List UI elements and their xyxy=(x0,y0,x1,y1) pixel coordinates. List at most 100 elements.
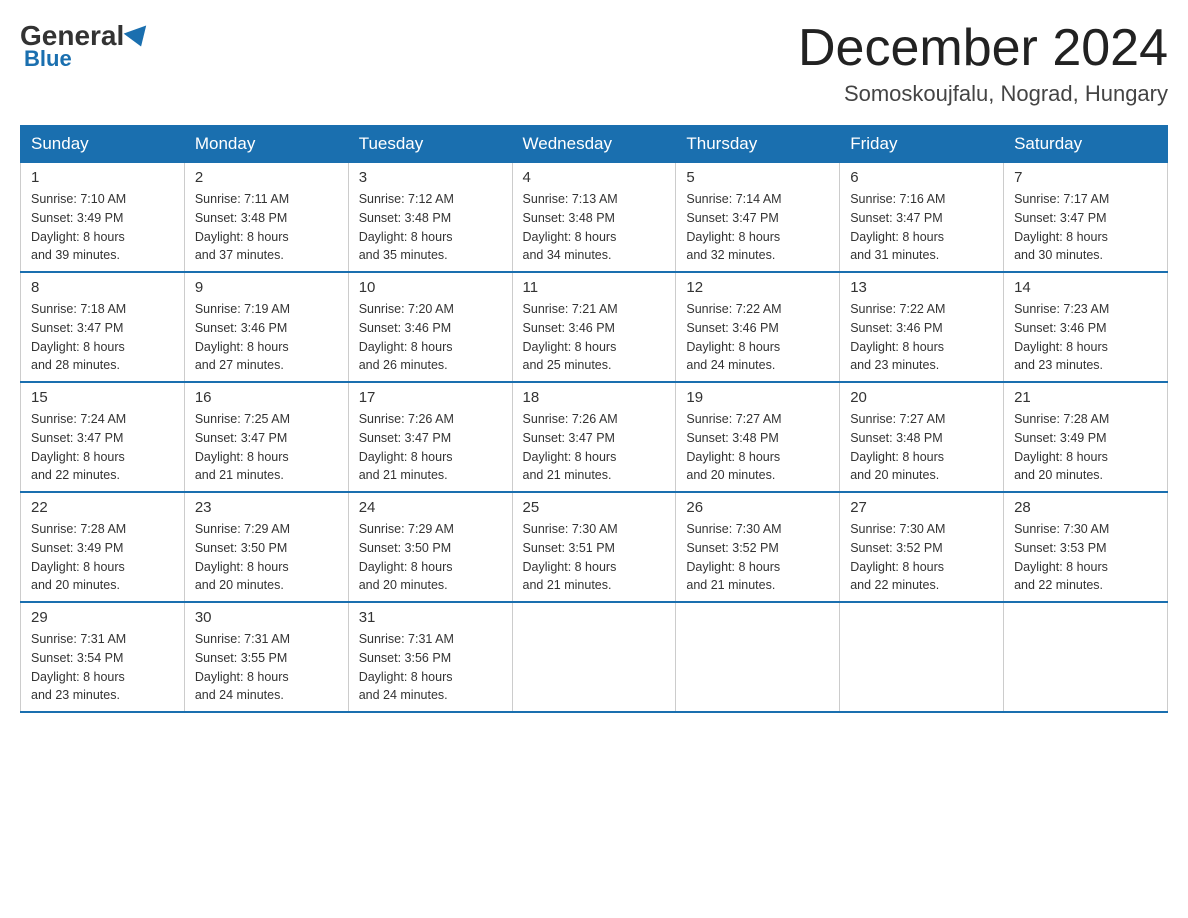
calendar-table: SundayMondayTuesdayWednesdayThursdayFrid… xyxy=(20,125,1168,713)
calendar-day-cell: 18Sunrise: 7:26 AMSunset: 3:47 PMDayligh… xyxy=(512,382,676,492)
day-of-week-header: Friday xyxy=(840,126,1004,163)
day-number: 31 xyxy=(359,609,502,626)
day-number: 14 xyxy=(1014,279,1157,296)
calendar-day-cell: 13 Sunrise: 7:22 AMSunset: 3:46 PMDayligh… xyxy=(840,272,1004,382)
day-info: Sunrise: 7:30 AMSunset: 3:52 PMDaylight:… xyxy=(850,520,993,595)
day-info: Sunrise: 7:30 AMSunset: 3:52 PMDaylight:… xyxy=(686,520,829,595)
day-info: Sunrise: 7:28 AMSunset: 3:49 PMDaylight:… xyxy=(31,520,174,595)
day-number: 23 xyxy=(195,499,338,516)
calendar-day-cell: 16 Sunrise: 7:25 AMSunset: 3:47 PMDayligh… xyxy=(184,382,348,492)
calendar-day-cell: 20Sunrise: 7:27 AMSunset: 3:48 PMDayligh… xyxy=(840,382,1004,492)
calendar-day-cell: 9 Sunrise: 7:19 AMSunset: 3:46 PMDaylight… xyxy=(184,272,348,382)
month-title: December 2024 xyxy=(798,20,1168,77)
day-number: 12 xyxy=(686,279,829,296)
calendar-day-cell: 30Sunrise: 7:31 AMSunset: 3:55 PMDayligh… xyxy=(184,602,348,712)
calendar-day-cell: 11 Sunrise: 7:21 AMSunset: 3:46 PMDayligh… xyxy=(512,272,676,382)
day-number: 8 xyxy=(31,279,174,296)
day-info: Sunrise: 7:25 AMSunset: 3:47 PMDaylight:… xyxy=(195,410,338,485)
calendar-day-cell: 26Sunrise: 7:30 AMSunset: 3:52 PMDayligh… xyxy=(676,492,840,602)
calendar-day-cell: 3Sunrise: 7:12 AMSunset: 3:48 PMDaylight… xyxy=(348,163,512,273)
day-info: Sunrise: 7:14 AMSunset: 3:47 PMDaylight:… xyxy=(686,190,829,265)
day-number: 10 xyxy=(359,279,502,296)
calendar-day-cell xyxy=(1004,602,1168,712)
day-number: 28 xyxy=(1014,499,1157,516)
day-number: 5 xyxy=(686,169,829,186)
calendar-week-row: 1Sunrise: 7:10 AMSunset: 3:49 PMDaylight… xyxy=(21,163,1168,273)
day-info: Sunrise: 7:16 AMSunset: 3:47 PMDaylight:… xyxy=(850,190,993,265)
day-info: Sunrise: 7:21 AMSunset: 3:46 PMDaylight:… xyxy=(523,300,666,375)
calendar-day-cell: 27 Sunrise: 7:30 AMSunset: 3:52 PMDayligh… xyxy=(840,492,1004,602)
day-info: Sunrise: 7:24 AMSunset: 3:47 PMDaylight:… xyxy=(31,410,174,485)
calendar-day-cell: 6 Sunrise: 7:16 AMSunset: 3:47 PMDaylight… xyxy=(840,163,1004,273)
day-info: Sunrise: 7:12 AMSunset: 3:48 PMDaylight:… xyxy=(359,190,502,265)
day-number: 11 xyxy=(523,279,666,296)
day-number: 21 xyxy=(1014,389,1157,406)
day-number: 15 xyxy=(31,389,174,406)
calendar-day-cell xyxy=(676,602,840,712)
day-number: 6 xyxy=(850,169,993,186)
day-number: 4 xyxy=(523,169,666,186)
day-info: Sunrise: 7:22 AMSunset: 3:46 PMDaylight:… xyxy=(686,300,829,375)
calendar-day-cell: 31Sunrise: 7:31 AMSunset: 3:56 PMDayligh… xyxy=(348,602,512,712)
calendar-header: SundayMondayTuesdayWednesdayThursdayFrid… xyxy=(21,126,1168,163)
day-of-week-header: Sunday xyxy=(21,126,185,163)
calendar-day-cell: 29Sunrise: 7:31 AMSunset: 3:54 PMDayligh… xyxy=(21,602,185,712)
day-number: 19 xyxy=(686,389,829,406)
logo-blue-text: Blue xyxy=(20,46,72,72)
day-number: 25 xyxy=(523,499,666,516)
calendar-day-cell: 5 Sunrise: 7:14 AMSunset: 3:47 PMDaylight… xyxy=(676,163,840,273)
day-info: Sunrise: 7:23 AMSunset: 3:46 PMDaylight:… xyxy=(1014,300,1157,375)
day-info: Sunrise: 7:20 AMSunset: 3:46 PMDaylight:… xyxy=(359,300,502,375)
calendar-day-cell: 23 Sunrise: 7:29 AMSunset: 3:50 PMDayligh… xyxy=(184,492,348,602)
calendar-day-cell: 2Sunrise: 7:11 AMSunset: 3:48 PMDaylight… xyxy=(184,163,348,273)
calendar-body: 1Sunrise: 7:10 AMSunset: 3:49 PMDaylight… xyxy=(21,163,1168,713)
subtitle: Somoskoujfalu, Nograd, Hungary xyxy=(798,81,1168,107)
calendar-day-cell: 8 Sunrise: 7:18 AMSunset: 3:47 PMDaylight… xyxy=(21,272,185,382)
day-number: 7 xyxy=(1014,169,1157,186)
day-number: 1 xyxy=(31,169,174,186)
day-of-week-header: Tuesday xyxy=(348,126,512,163)
calendar-day-cell: 12 Sunrise: 7:22 AMSunset: 3:46 PMDayligh… xyxy=(676,272,840,382)
calendar-day-cell: 4 Sunrise: 7:13 AMSunset: 3:48 PMDaylight… xyxy=(512,163,676,273)
day-info: Sunrise: 7:29 AMSunset: 3:50 PMDaylight:… xyxy=(195,520,338,595)
day-number: 2 xyxy=(195,169,338,186)
calendar-week-row: 15 Sunrise: 7:24 AMSunset: 3:47 PMDayligh… xyxy=(21,382,1168,492)
day-number: 18 xyxy=(523,389,666,406)
day-number: 16 xyxy=(195,389,338,406)
day-number: 24 xyxy=(359,499,502,516)
day-info: Sunrise: 7:22 AMSunset: 3:46 PMDaylight:… xyxy=(850,300,993,375)
calendar-day-cell xyxy=(840,602,1004,712)
day-info: Sunrise: 7:30 AMSunset: 3:53 PMDaylight:… xyxy=(1014,520,1157,595)
logo-triangle-icon xyxy=(124,25,153,50)
calendar-day-cell: 7Sunrise: 7:17 AMSunset: 3:47 PMDaylight… xyxy=(1004,163,1168,273)
day-info: Sunrise: 7:27 AMSunset: 3:48 PMDaylight:… xyxy=(686,410,829,485)
day-number: 13 xyxy=(850,279,993,296)
logo: General Blue xyxy=(20,20,146,72)
day-info: Sunrise: 7:30 AMSunset: 3:51 PMDaylight:… xyxy=(523,520,666,595)
day-info: Sunrise: 7:28 AMSunset: 3:49 PMDaylight:… xyxy=(1014,410,1157,485)
day-info: Sunrise: 7:13 AMSunset: 3:48 PMDaylight:… xyxy=(523,190,666,265)
day-of-week-header: Monday xyxy=(184,126,348,163)
calendar-day-cell: 24 Sunrise: 7:29 AMSunset: 3:50 PMDayligh… xyxy=(348,492,512,602)
calendar-day-cell: 10 Sunrise: 7:20 AMSunset: 3:46 PMDayligh… xyxy=(348,272,512,382)
calendar-day-cell: 17Sunrise: 7:26 AMSunset: 3:47 PMDayligh… xyxy=(348,382,512,492)
header: General Blue December 2024 Somoskoujfalu… xyxy=(20,20,1168,107)
calendar-day-cell: 19 Sunrise: 7:27 AMSunset: 3:48 PMDayligh… xyxy=(676,382,840,492)
day-number: 22 xyxy=(31,499,174,516)
day-info: Sunrise: 7:18 AMSunset: 3:47 PMDaylight:… xyxy=(31,300,174,375)
day-info: Sunrise: 7:29 AMSunset: 3:50 PMDaylight:… xyxy=(359,520,502,595)
day-info: Sunrise: 7:19 AMSunset: 3:46 PMDaylight:… xyxy=(195,300,338,375)
title-area: December 2024 Somoskoujfalu, Nograd, Hun… xyxy=(798,20,1168,107)
day-number: 27 xyxy=(850,499,993,516)
day-info: Sunrise: 7:31 AMSunset: 3:54 PMDaylight:… xyxy=(31,630,174,705)
calendar-day-cell: 14 Sunrise: 7:23 AMSunset: 3:46 PMDayligh… xyxy=(1004,272,1168,382)
calendar-day-cell xyxy=(512,602,676,712)
calendar-week-row: 29Sunrise: 7:31 AMSunset: 3:54 PMDayligh… xyxy=(21,602,1168,712)
calendar-week-row: 22 Sunrise: 7:28 AMSunset: 3:49 PMDayligh… xyxy=(21,492,1168,602)
calendar-day-cell: 21 Sunrise: 7:28 AMSunset: 3:49 PMDayligh… xyxy=(1004,382,1168,492)
day-number: 9 xyxy=(195,279,338,296)
day-of-week-header: Wednesday xyxy=(512,126,676,163)
day-of-week-header: Thursday xyxy=(676,126,840,163)
day-info: Sunrise: 7:26 AMSunset: 3:47 PMDaylight:… xyxy=(359,410,502,485)
calendar-week-row: 8 Sunrise: 7:18 AMSunset: 3:47 PMDaylight… xyxy=(21,272,1168,382)
